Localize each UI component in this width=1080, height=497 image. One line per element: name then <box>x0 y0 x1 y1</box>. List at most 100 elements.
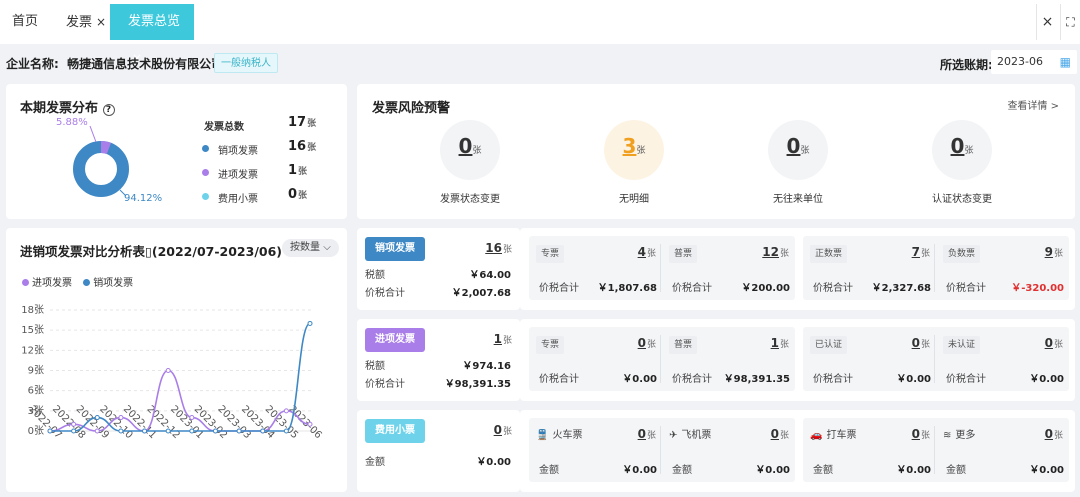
view-details-link[interactable]: 查看详情 > <box>1007 97 1059 112</box>
detail-sub-value: ￥0.00 <box>896 465 931 476</box>
data-point <box>71 421 77 427</box>
donut-slice-purchase <box>100 141 112 155</box>
distribution-row-label: 进项发票 <box>218 170 258 181</box>
distribution-row: 费用小票 0张 <box>202 187 332 206</box>
risk-count-circle[interactable]: 0张 <box>768 120 828 180</box>
summary-label: 金额 <box>365 457 385 468</box>
detail-sub-value: ￥0.00 <box>622 374 657 385</box>
detail-count[interactable]: 0张 <box>1018 427 1063 441</box>
y-tick-label: 15张 <box>21 324 44 336</box>
purchase-count[interactable]: 1张 <box>494 332 512 346</box>
summary-label: 价税合计 <box>365 288 405 299</box>
distribution-card: 本期发票分布 ? 5.88% 94.12% 发票总数 17张 销项发票 16张 进项发票… <box>6 84 347 219</box>
close-icon[interactable]: × <box>96 15 106 29</box>
risk-count[interactable]: 0 <box>787 134 801 158</box>
risk-count[interactable]: 0 <box>459 134 473 158</box>
detail-count[interactable]: 4张 <box>611 245 656 259</box>
summary-value: ￥974.16 <box>462 361 511 372</box>
detail-tag: 已认证 <box>810 336 848 354</box>
summary-value: ￥0.00 <box>476 457 511 468</box>
layers-icon: ≋ <box>943 430 952 441</box>
train-icon: 🚆 <box>536 430 549 441</box>
purchase-pill: 进项发票 <box>365 328 425 352</box>
risk-count-circle[interactable]: 0张 <box>440 120 500 180</box>
tab-bar: 首页 发票 × 发票总览× × ⛶ <box>0 0 1080 65</box>
chart-legend: 进项发票 销项发票 <box>22 274 133 289</box>
distribution-row-value: 1张 <box>288 163 308 178</box>
risk-label: 发票状态变更 <box>440 194 500 205</box>
expense-pill: 费用小票 <box>365 419 425 443</box>
chevron-down-icon: ⌵ <box>323 242 331 253</box>
risk-count[interactable]: 3 <box>623 134 637 158</box>
detail-sub-value: ￥-320.00 <box>1011 283 1064 294</box>
detail-tag: 🚗 打车票 <box>810 430 857 441</box>
pct-label-purchase: 5.88% <box>56 117 88 128</box>
risk-label: 无明细 <box>619 194 649 205</box>
risk-count-circle[interactable]: 0张 <box>932 120 992 180</box>
distribution-row-value: 17张 <box>288 115 317 130</box>
detail-count[interactable]: 7张 <box>885 245 930 259</box>
risk-label: 认证状态变更 <box>932 194 992 205</box>
tab-invoice[interactable]: 发票 × <box>66 4 106 40</box>
detail-count[interactable]: 9张 <box>1018 245 1063 259</box>
detail-sub-label: 价税合计 <box>672 374 712 385</box>
purchase-detail-card: 专票 0张 价税合计 ￥0.00 普票 1张 价税合计 ￥98,391.35 已认证 0张 价税合计… <box>520 319 1075 401</box>
detail-sub-value: ￥0.00 <box>622 465 657 476</box>
detail-count[interactable]: 0张 <box>885 427 930 441</box>
distribution-row-value: 16张 <box>288 139 317 154</box>
detail-sub-label: 金额 <box>672 465 692 476</box>
distribution-row: 销项发票 16张 <box>202 139 332 158</box>
detail-count[interactable]: 0张 <box>611 427 656 441</box>
risk-card: 发票风险预警 查看详情 > 0张 发票状态变更 3张 无明细 0张 无往来单位 0张 认证状态… <box>357 84 1075 219</box>
legend-dot <box>202 145 209 152</box>
donut-slice-sales <box>73 141 129 197</box>
detail-sub-label: 价税合计 <box>946 374 986 385</box>
fullscreen-icon[interactable]: ⛶ <box>1060 4 1080 40</box>
data-point <box>118 428 124 434</box>
tab-invoice-overview[interactable]: 发票总览× <box>110 4 194 65</box>
detail-count[interactable]: 1张 <box>744 336 789 350</box>
period-label: 所选账期: <box>940 58 993 72</box>
detail-count[interactable]: 0张 <box>611 336 656 350</box>
detail-sub-value: ￥200.00 <box>741 283 790 294</box>
close-icon[interactable]: × <box>1036 4 1058 40</box>
data-point <box>118 415 124 421</box>
trend-chart: 0张3张6张9张12张15张18张2022-072022-082022-0920… <box>21 304 323 441</box>
summary-value: ￥64.00 <box>469 270 511 281</box>
detail-sub-label: 价税合计 <box>813 283 853 294</box>
distribution-row-value: 0张 <box>288 187 308 202</box>
detail-tag: 普票 <box>669 336 698 354</box>
tab-home[interactable]: 首页 <box>12 4 38 40</box>
detail-sub-value: ￥0.00 <box>1029 465 1064 476</box>
detail-count[interactable]: 0张 <box>1018 336 1063 350</box>
distribution-row-label: 发票总数 <box>204 122 244 133</box>
detail-panel: 专票 4张 价税合计 ￥1,807.68 普票 12张 价税合计 ￥200.00 <box>529 236 795 300</box>
detail-sub-label: 价税合计 <box>813 374 853 385</box>
distribution-row: 发票总数 17张 <box>202 115 332 134</box>
expense-count[interactable]: 0张 <box>494 423 512 437</box>
risk-count-circle[interactable]: 3张 <box>604 120 664 180</box>
sort-dropdown[interactable]: 按数量 ⌵ <box>282 239 339 257</box>
risk-label: 无往来单位 <box>773 194 823 205</box>
detail-sub-value: ￥98,391.35 <box>723 374 790 385</box>
summary-label: 税额 <box>365 361 385 372</box>
summary-value: ￥98,391.35 <box>444 379 511 390</box>
y-tick-label: 12张 <box>21 344 44 356</box>
trend-card: 进销项发票对比分析表▯(2022/07-2023/06) 按数量 ⌵ 进项发票 … <box>6 228 347 492</box>
data-point <box>236 428 242 434</box>
detail-count[interactable]: 0张 <box>885 336 930 350</box>
data-point <box>142 428 148 434</box>
risk-count[interactable]: 0 <box>951 134 965 158</box>
detail-sub-label: 金额 <box>539 465 559 476</box>
detail-sub-label: 价税合计 <box>539 374 579 385</box>
detail-panel: 正数票 7张 价税合计 ￥2,327.68 负数票 9张 价税合计 ￥-320.00 <box>803 236 1069 300</box>
detail-count[interactable]: 12张 <box>744 245 789 259</box>
taxpayer-badge: 一般纳税人 <box>214 53 278 73</box>
sales-count[interactable]: 16张 <box>485 241 512 255</box>
data-point <box>165 368 171 373</box>
expense-detail-card: 🚆 火车票 0张 金额 ￥0.00 ✈ 飞机票 0张 金额 ￥0.00 🚗 打车票 0张 金额 ￥0.00 ≋… <box>520 410 1075 492</box>
period-picker[interactable]: 2023-06 ▦ <box>991 50 1077 74</box>
car-icon: 🚗 <box>810 430 823 441</box>
detail-panel: 🚗 打车票 0张 金额 ￥0.00 ≋ 更多 0张 金额 ￥0.00 <box>803 418 1069 482</box>
detail-count[interactable]: 0张 <box>744 427 789 441</box>
